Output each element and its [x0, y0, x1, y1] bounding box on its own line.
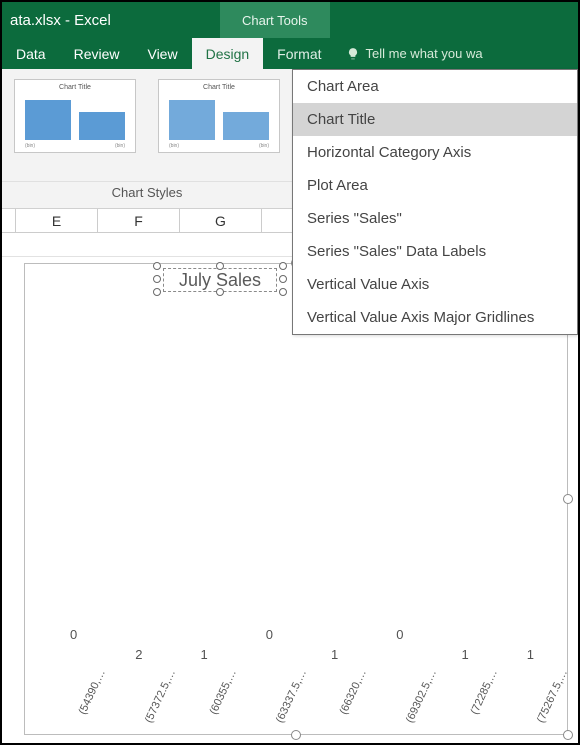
dd-vertical-axis-gridlines[interactable]: Vertical Value Axis Major Gridlines — [293, 301, 577, 334]
chart-elements-dropdown[interactable]: Chart Area Chart Title Horizontal Catego… — [292, 69, 578, 335]
lightbulb-icon — [346, 47, 360, 61]
title-handle[interactable] — [279, 288, 287, 296]
dd-series-sales[interactable]: Series "Sales" — [293, 202, 577, 235]
thumb-title-1: Chart Title — [15, 84, 135, 91]
x-tick-label: (75267.5,… — [498, 648, 563, 728]
dd-vertical-axis[interactable]: Vertical Value Axis — [293, 268, 577, 301]
dd-chart-title[interactable]: Chart Title — [293, 103, 577, 136]
thumb-bars-1 — [25, 100, 125, 140]
x-tick-label: (66320,… — [302, 648, 367, 728]
x-tick-label: (69302.5,… — [367, 648, 432, 728]
plot-area[interactable]: 02101011 — [41, 336, 563, 644]
data-label: 0 — [237, 627, 302, 642]
excel-window: ata.xlsx - Excel Chart Tools Data Review… — [0, 0, 580, 745]
chart-styles-group-label: Chart Styles — [2, 181, 292, 200]
tell-me-placeholder: Tell me what you wa — [366, 46, 483, 61]
chart-style-option-1[interactable]: Chart Title (bin)(bin) — [14, 79, 136, 153]
tab-view[interactable]: View — [133, 38, 191, 69]
x-tick-label: (72285,… — [433, 648, 498, 728]
col-hdr-f[interactable]: F — [98, 209, 180, 232]
title-handle[interactable] — [153, 288, 161, 296]
title-handle[interactable] — [279, 262, 287, 270]
dd-series-sales-labels[interactable]: Series "Sales" Data Labels — [293, 235, 577, 268]
col-hdr-e[interactable]: E — [16, 209, 98, 232]
col-hdr-g[interactable]: G — [180, 209, 262, 232]
title-handle[interactable] — [216, 262, 224, 270]
tab-data[interactable]: Data — [2, 38, 60, 69]
x-tick-label: (60355,… — [172, 648, 237, 728]
tell-me-search[interactable]: Tell me what you wa — [336, 38, 483, 69]
title-handle[interactable] — [279, 275, 287, 283]
chart-handle-bottom[interactable] — [291, 730, 301, 740]
dd-plot-area[interactable]: Plot Area — [293, 169, 577, 202]
x-axis-labels[interactable]: (54390,…(57372.5,…(60355,…(63337.5,…(663… — [41, 648, 563, 728]
chart-handle-right[interactable] — [563, 494, 573, 504]
title-handle[interactable] — [153, 262, 161, 270]
x-tick-label: (54390,… — [41, 648, 106, 728]
col-hdr-blank[interactable] — [2, 209, 16, 232]
dd-chart-area[interactable]: Chart Area — [293, 70, 577, 103]
tab-review[interactable]: Review — [60, 38, 134, 69]
data-label: 0 — [41, 627, 106, 642]
title-handle[interactable] — [216, 288, 224, 296]
tab-format[interactable]: Format — [263, 38, 335, 69]
tab-design[interactable]: Design — [192, 38, 264, 69]
file-title: ata.xlsx - Excel — [10, 12, 111, 29]
bar-series[interactable]: 02101011 — [41, 336, 563, 644]
chart-title-selection[interactable]: July Sales — [153, 262, 287, 296]
x-tick-label: (57372.5,… — [106, 648, 171, 728]
thumb-bars-2 — [169, 100, 269, 140]
data-label: 0 — [367, 627, 432, 642]
dd-horizontal-axis[interactable]: Horizontal Category Axis — [293, 136, 577, 169]
ribbon-tabs: Data Review View Design Format Tell me w… — [2, 38, 578, 69]
title-handle[interactable] — [153, 275, 161, 283]
chart-handle-bottom-right[interactable] — [563, 730, 573, 740]
thumb-title-2: Chart Title — [159, 84, 279, 91]
chart-style-option-2[interactable]: Chart Title (bin)(bin) — [158, 79, 280, 153]
chart-tools-context-label: Chart Tools — [220, 2, 330, 38]
x-tick-label: (63337.5,… — [237, 648, 302, 728]
